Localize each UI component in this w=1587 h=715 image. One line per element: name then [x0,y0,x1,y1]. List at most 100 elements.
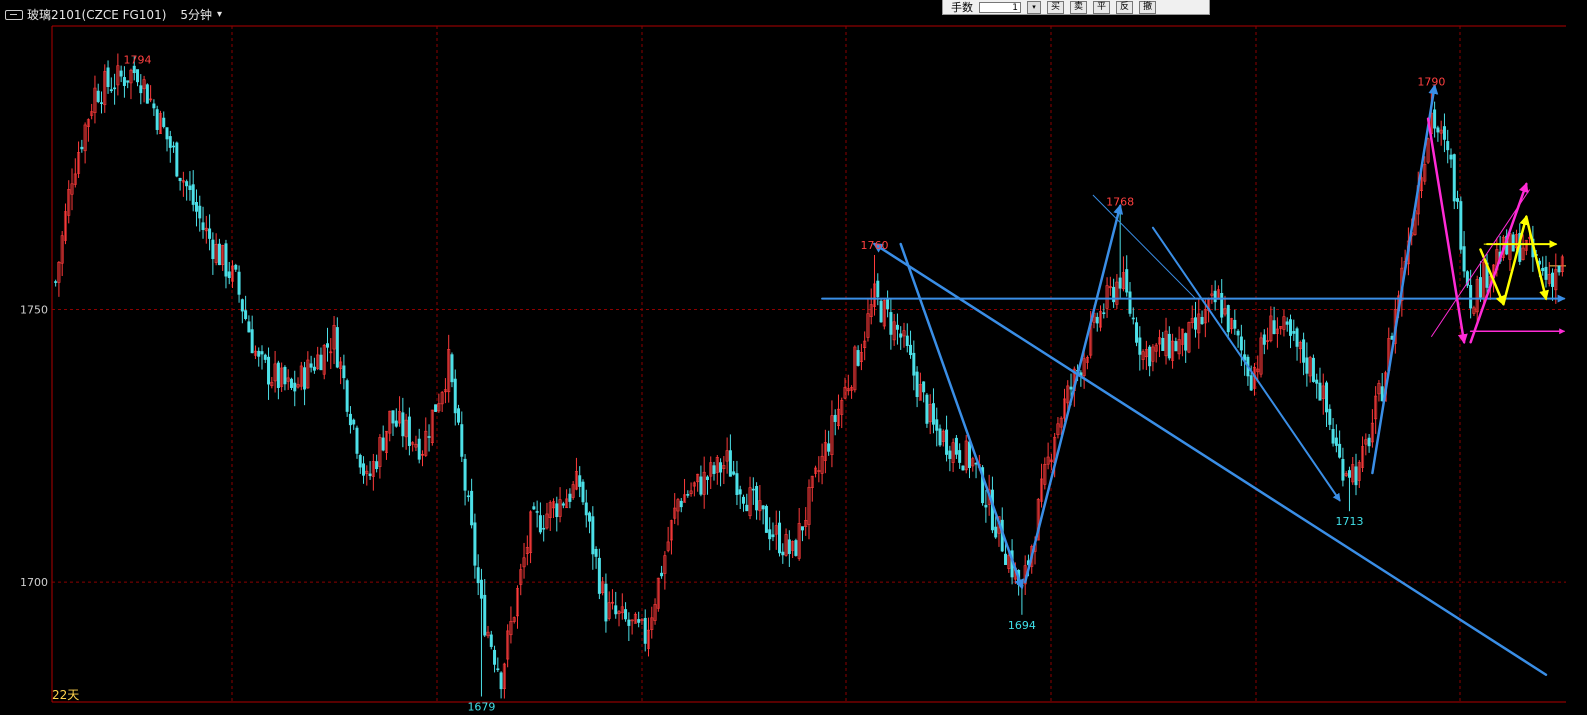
candle-body [1459,201,1463,250]
low-price-label: 1694 [1008,619,1036,632]
candle-body [496,668,500,671]
candle-body [954,437,958,455]
candle-body [227,271,231,278]
candle-body [434,404,438,412]
candle-body [368,473,372,477]
candle-body [391,410,395,424]
candle-body [1128,291,1132,314]
candle-body [1138,337,1142,355]
candle-body [335,327,339,368]
candle-body [312,366,316,371]
candlestick-chart[interactable]: 1700 1750 1794 1679 1760 1694 1768 1713 1790 [0,0,1587,715]
candle-body [961,465,965,471]
candle-body [263,354,267,360]
candle-body [352,419,356,425]
candle-body [994,526,998,538]
candle-body [604,583,608,622]
candle-body [194,202,198,212]
candle-body [240,299,244,312]
candle-body [489,634,493,647]
candle-body [276,362,280,388]
candle-body [876,280,880,298]
high-price-label: 1768 [1106,195,1134,208]
candle-body [967,441,971,469]
candle-body [738,489,742,495]
candle-body [257,350,261,357]
high-price-label: 1794 [124,54,152,67]
candle-body [778,522,782,554]
candle-body [1220,292,1224,318]
candle-body [247,321,251,333]
candle-body [1004,553,1008,565]
candle-body [155,109,159,130]
candle-body [201,222,205,230]
candle-body [106,67,110,88]
candle-body [80,146,84,150]
candle-body [54,281,58,283]
candle-body [355,427,359,454]
candle-body [450,354,454,383]
candle-body [1167,333,1171,359]
candle-body [152,103,156,109]
candle-body [719,462,723,473]
candle-body [1305,357,1309,374]
candle-body [479,579,483,599]
candle-body [1449,154,1453,160]
candle-body [535,511,539,513]
candle-body [899,333,903,338]
candle-body [493,649,497,665]
candle-body [326,343,330,348]
candle-body [109,89,113,92]
candle-body [136,69,140,83]
high-price-label: 1790 [1417,75,1445,88]
candle-body [532,506,536,510]
candle-body [1544,266,1548,280]
candle-body [342,365,346,379]
candle-body [1456,198,1460,202]
candle-body [1135,322,1139,343]
candle-body [473,522,477,566]
candle-body [463,458,467,491]
blue-trend-line [899,242,1024,590]
candle-body [1148,346,1152,367]
candle-body [198,205,202,219]
candle-body [1478,277,1482,298]
candle-body [362,463,366,476]
candle-body [1239,336,1243,351]
blue-trend-line [1023,203,1124,584]
candle-body [1184,333,1188,351]
candle-body [584,502,588,516]
candle-body [935,419,939,431]
candle-body [499,672,503,690]
candle-body [1069,386,1073,390]
candle-body [145,84,149,104]
candle-body [1511,234,1515,252]
candle-body [211,239,215,260]
candle-body [309,363,313,368]
candle-body [289,378,293,388]
candle-body [466,495,470,498]
candle-body [1295,328,1299,347]
candle-body [741,496,745,504]
candle-body [984,504,988,508]
candle-body [660,572,664,577]
candle-body [1095,316,1099,324]
candle-body [427,436,431,438]
candle-body [139,85,143,94]
candle-body [260,351,264,355]
candle-body [915,371,919,397]
candle-body [568,493,572,502]
candle-body [1262,334,1266,345]
candle-body [728,450,732,477]
candle-body [781,551,785,556]
candle-body [234,264,238,270]
candle-body [922,381,926,393]
high-price-label: 1760 [861,239,889,252]
candle-body [771,534,775,538]
magenta-trend-line [1426,117,1468,345]
candle-body [1315,379,1319,384]
candle-body [800,526,804,531]
candle-body [1249,375,1253,391]
candle-body [470,490,474,526]
candle-body [113,87,117,90]
